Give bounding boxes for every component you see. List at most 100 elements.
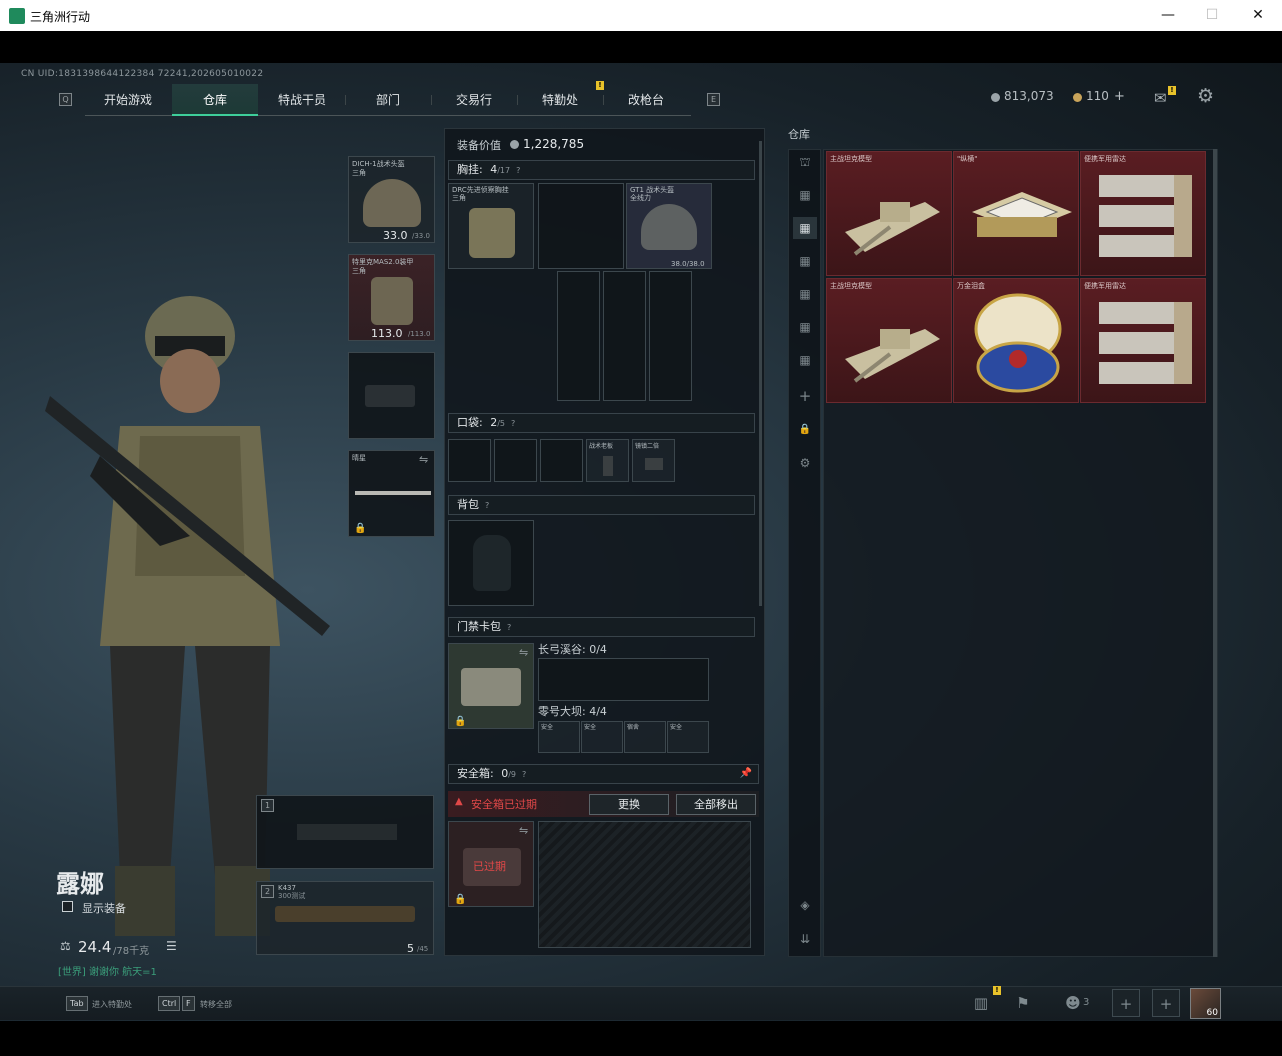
warehouse-item-2[interactable]: "纵横" <box>953 151 1079 276</box>
storage-tab-icon-3[interactable]: ▦ <box>793 217 817 239</box>
storage-settings-icon[interactable]: ⚙ <box>793 452 817 474</box>
keycard-help[interactable]: ? <box>507 623 511 632</box>
tab-gunsmith[interactable]: 改枪台 <box>603 84 689 116</box>
keycard-4[interactable]: 安全 <box>667 721 709 753</box>
swap-icon[interactable]: ⇋ <box>419 453 428 466</box>
add-currency-button[interactable]: + <box>1114 89 1125 104</box>
enter-special-ops-hint[interactable]: 进入特勤处 <box>92 999 132 1010</box>
pocket-item-2-image <box>645 458 663 470</box>
nav-right-key[interactable]: E <box>707 93 720 106</box>
weight-value: 24.4 <box>78 938 112 956</box>
warehouse-item-5[interactable]: 万金泪盒 <box>953 278 1079 403</box>
storage-tab-icon-1[interactable]: ⛫ <box>793 151 817 173</box>
helmet-slot[interactable]: DICH-1战术头盔 三角 33.0 /33.0 <box>348 156 435 243</box>
tab-special-ops[interactable]: 特勤处 <box>517 84 603 116</box>
storage-tab-icon-6[interactable]: ▦ <box>793 316 817 338</box>
tab-start-game[interactable]: 开始游戏 <box>85 84 171 116</box>
warehouse-item-4[interactable]: 主战坦克模型 <box>826 278 952 403</box>
backpack-help[interactable]: ? <box>485 501 489 510</box>
tab-warehouse[interactable]: 仓库 <box>172 84 258 116</box>
invite-slot-1[interactable]: + <box>1112 989 1140 1017</box>
replace-button[interactable]: 更换 <box>589 794 669 815</box>
pocket-cap: /5 <box>497 419 506 428</box>
secure-swap-icon[interactable]: ⇋ <box>519 824 528 837</box>
storage-tab-icon-7[interactable]: ▦ <box>793 349 817 371</box>
warehouse-scrollbar[interactable] <box>1213 149 1217 957</box>
secure-help[interactable]: ? <box>522 770 526 779</box>
rig-image <box>469 208 515 258</box>
pistol-slot[interactable] <box>348 352 435 439</box>
secure-grid[interactable] <box>538 821 751 948</box>
vault1-label: 长弓溪谷: 0/4 <box>538 643 607 656</box>
equip-scrollbar[interactable] <box>759 141 762 606</box>
keycard-case-image <box>461 668 521 706</box>
weight-icon: ⚖ <box>60 939 71 953</box>
jewel-egg-image <box>974 293 1062 393</box>
storage-tab-icon-2[interactable]: ▦ <box>793 184 817 206</box>
chat-note: [世界] 谢谢你 航天=1 <box>58 967 157 978</box>
keycard-2[interactable]: 安全 <box>581 721 623 753</box>
nav-left-key[interactable]: Q <box>59 93 72 106</box>
settings-gear-icon[interactable]: ⚙ <box>1197 85 1214 107</box>
flag-icon[interactable]: ⚑ <box>1009 989 1037 1017</box>
rig-slot[interactable]: DRC先进侦察胸挂 三角 <box>448 183 534 269</box>
minimize-button[interactable]: — <box>1151 3 1185 27</box>
pocket-slot-1[interactable] <box>448 439 491 482</box>
maximize-button[interactable]: ☐ <box>1195 3 1229 27</box>
chest-help[interactable]: ? <box>516 166 520 175</box>
show-gear-checkbox[interactable] <box>62 901 73 912</box>
weapon1-slot[interactable]: 1 <box>256 795 434 869</box>
pocket-help[interactable]: ? <box>511 419 515 428</box>
tab-operators[interactable]: 特战干员 <box>259 84 345 116</box>
stats-icon[interactable]: ▥ <box>967 989 995 1017</box>
rig-grid-a[interactable] <box>538 183 624 269</box>
remove-all-button[interactable]: 全部移出 <box>676 794 756 815</box>
backpack-label: 背包 <box>457 498 479 511</box>
weapon2-slot[interactable]: 2 K437 300测试 5 /45 <box>256 881 434 955</box>
lock-icon: 🔒 <box>354 523 367 534</box>
operator-name: 露娜 <box>56 870 104 898</box>
pocket-slot-4[interactable]: 战术老板 <box>586 439 629 482</box>
sort-icon[interactable]: ⇊ <box>793 928 817 950</box>
tab-trading[interactable]: 交易行 <box>431 84 517 116</box>
backpack-slot[interactable] <box>448 520 534 606</box>
rig-grid-b[interactable] <box>557 271 600 401</box>
secure-lock-icon: 🔒 <box>454 894 467 905</box>
add-storage-icon[interactable]: + <box>793 385 817 407</box>
rig-grid-d[interactable] <box>649 271 692 401</box>
warehouse-item-6[interactable]: 便携军用雷达 <box>1080 278 1206 403</box>
stack-icon[interactable]: ◈ <box>793 894 817 916</box>
helmet-durability: 33.0 <box>383 229 408 242</box>
warehouse-item-1[interactable]: 主战坦克模型 <box>826 151 952 276</box>
transfer-all-hint[interactable]: 转移全部 <box>200 999 232 1010</box>
chest-cap: /17 <box>497 166 511 175</box>
pocket-item-1-image <box>603 456 613 476</box>
armor-slot[interactable]: 特里克MAS2.0装甲 三角 113.0 /113.0 <box>348 254 435 341</box>
storage-tab-icon-5[interactable]: ▦ <box>793 283 817 305</box>
keycard-3[interactable]: 宿舍 <box>624 721 666 753</box>
close-button[interactable]: ✕ <box>1241 3 1275 27</box>
tab-department[interactable]: 部门 <box>345 84 431 116</box>
storage-tab-icon-4[interactable]: ▦ <box>793 250 817 272</box>
storage-lock-icon[interactable]: 🔒 <box>793 419 817 441</box>
list-icon[interactable]: ☰ <box>166 939 177 953</box>
keycard-swap-icon[interactable]: ⇋ <box>519 646 528 659</box>
pocket-slot-5[interactable]: 镜镇二倍 <box>632 439 675 482</box>
keycard-1[interactable]: 安全 <box>538 721 580 753</box>
player-level: 60 <box>1206 1008 1218 1018</box>
pin-icon[interactable]: 📌 <box>740 765 752 783</box>
pocket-slot-2[interactable] <box>494 439 537 482</box>
player-avatar[interactable]: 60 <box>1190 988 1221 1019</box>
vault1-slots[interactable] <box>538 658 709 701</box>
invite-slot-2[interactable]: + <box>1152 989 1180 1017</box>
pocket-slot-3[interactable] <box>540 439 583 482</box>
rig-helmet-slot[interactable]: GT1 战术头盔 全线力 38.0/38.0 <box>626 183 712 269</box>
mail-icon[interactable]: ✉ <box>1154 89 1167 107</box>
melee-name: 晴星 <box>352 454 366 462</box>
secure-case-slot[interactable]: ⇋ 已过期 🔒 <box>448 821 534 907</box>
warehouse-item-3[interactable]: 便携军用雷达 <box>1080 151 1206 276</box>
melee-slot[interactable]: 晴星 ⇋ 🔒 <box>348 450 435 537</box>
keycard-case-slot[interactable]: ⇋ 🔒 <box>448 643 534 729</box>
secure-expired-text: 安全箱已过期 <box>471 798 537 811</box>
rig-grid-c[interactable] <box>603 271 646 401</box>
